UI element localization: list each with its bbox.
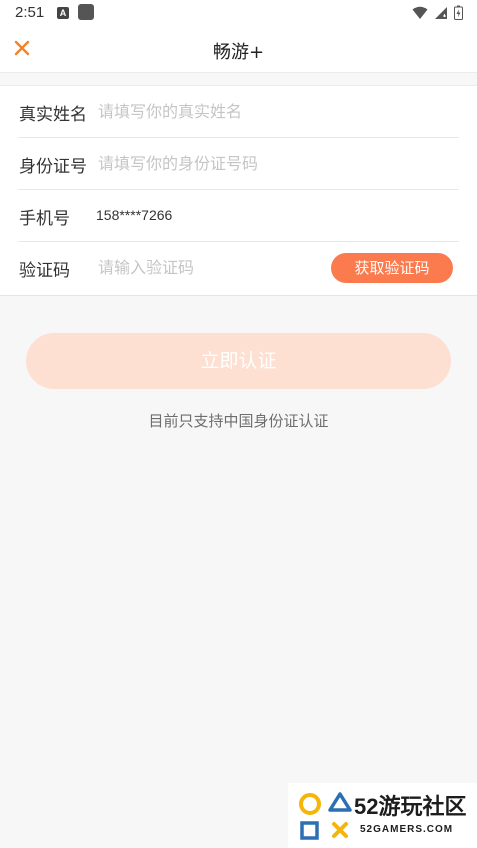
code-label: 验证码 [19,261,70,281]
code-input[interactable] [98,251,298,283]
battery-icon [454,5,463,20]
signal-icon [435,6,447,19]
notification-a-icon: A [57,7,69,19]
app-bar: 畅游+ [0,26,477,73]
phone-row: 手机号 158****7266 [0,190,477,242]
phone-value: 158****7266 [96,207,173,223]
id-number-input[interactable] [98,147,328,179]
watermark-domain: 52GAMERS.COM [360,824,454,835]
real-name-label: 真实姓名 [19,105,87,125]
status-icons [412,5,463,20]
watermark-name: 52游玩社区 [354,794,467,819]
id-number-row: 身份证号 [0,138,477,190]
page-title: 畅游+ [212,42,265,63]
real-name-row: 真实姓名 [0,86,477,138]
status-time: 2:51 [15,4,45,21]
watermark-logo: 52游玩社区 52GAMERS.COM [288,783,477,848]
status-bar: 2:51 A [0,0,477,26]
notification-app-icon [78,4,94,20]
get-code-button[interactable]: 获取验证码 [331,253,453,283]
gamepad-symbols-icon [299,792,352,840]
phone-label: 手机号 [19,209,70,229]
verify-now-button[interactable]: 立即认证 [26,333,451,389]
id-number-label: 身份证号 [19,157,87,177]
id-support-notice: 目前只支持中国身份证认证 [148,412,329,430]
wifi-icon [412,6,428,19]
verification-form: 真实姓名 身份证号 手机号 158****7266 验证码 获取验证码 [0,85,477,296]
real-name-input[interactable] [98,95,328,127]
code-row: 验证码 获取验证码 [0,242,477,294]
